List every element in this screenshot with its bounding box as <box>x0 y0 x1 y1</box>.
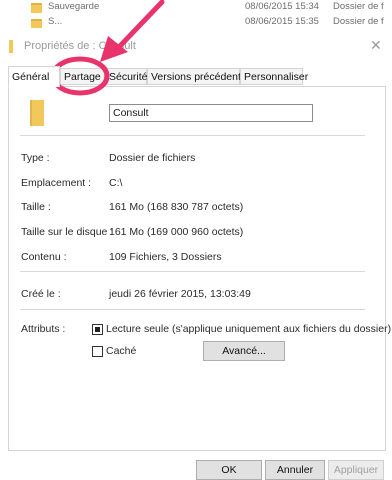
divider <box>20 271 365 272</box>
tab-securite[interactable]: Sécurité <box>105 68 148 85</box>
divider <box>20 309 365 310</box>
readonly-label: Lecture seule (s'applique uniquement aux… <box>106 323 392 335</box>
file-name: S... <box>48 16 63 27</box>
file-date: 08/06/2015 15:35 <box>245 16 319 27</box>
size-on-disk-label: Taille sur le disque : <box>21 226 114 238</box>
created-label: Créé le : <box>21 288 61 300</box>
tab-versions-precedentes[interactable]: Versions précédentes <box>147 68 252 85</box>
type-label: Type : <box>21 152 50 164</box>
file-type: Dossier de f <box>333 1 384 12</box>
divider <box>20 135 365 136</box>
tab-general[interactable]: Général <box>8 66 60 87</box>
folder-icon <box>31 19 42 28</box>
size-value: 161 Mo (168 830 787 octets) <box>109 201 244 213</box>
size-label: Taille : <box>21 201 51 213</box>
hidden-checkbox[interactable] <box>92 346 103 357</box>
attributes-label: Attributs : <box>21 323 66 335</box>
properties-dialog: Propriétés de : Consult ✕ Général Partag… <box>0 31 392 480</box>
folder-icon <box>9 40 13 53</box>
file-type: Dossier de f <box>333 16 384 27</box>
type-value: Dossier de fichiers <box>109 152 196 164</box>
background-file-row: Sauvegarde 08/06/2015 15:34 Dossier de f <box>0 0 392 16</box>
dialog-title: Propriétés de : Consult <box>24 40 136 52</box>
ok-button[interactable]: OK <box>196 460 262 480</box>
folder-name-input[interactable]: Consult <box>109 104 313 122</box>
background-file-row: S... 08/06/2015 15:35 Dossier de f <box>0 16 392 28</box>
general-tab-panel <box>8 86 386 451</box>
hidden-label: Caché <box>106 345 137 357</box>
readonly-checkbox[interactable] <box>92 324 103 335</box>
cancel-button[interactable]: Annuler <box>265 460 325 480</box>
location-value: C:\ <box>109 177 123 189</box>
title-bar: Propriétés de : Consult ✕ <box>0 31 392 59</box>
folder-icon <box>31 3 42 13</box>
file-name: Sauvegarde <box>48 1 100 12</box>
close-icon[interactable]: ✕ <box>370 37 382 54</box>
folder-icon <box>30 100 44 126</box>
contents-label: Contenu : <box>21 251 67 263</box>
size-on-disk-value: 161 Mo (169 000 960 octets) <box>109 226 244 238</box>
advanced-button[interactable]: Avancé... <box>203 341 285 361</box>
contents-value: 109 Fichiers, 3 Dossiers <box>109 251 222 263</box>
location-label: Emplacement : <box>21 177 92 189</box>
tab-partage[interactable]: Partage <box>60 68 105 85</box>
tab-personnaliser[interactable]: Personnaliser <box>240 68 308 85</box>
file-date: 08/06/2015 15:34 <box>245 1 319 12</box>
created-value: jeudi 26 février 2015, 13:03:49 <box>109 288 251 300</box>
apply-button[interactable]: Appliquer <box>328 460 384 480</box>
